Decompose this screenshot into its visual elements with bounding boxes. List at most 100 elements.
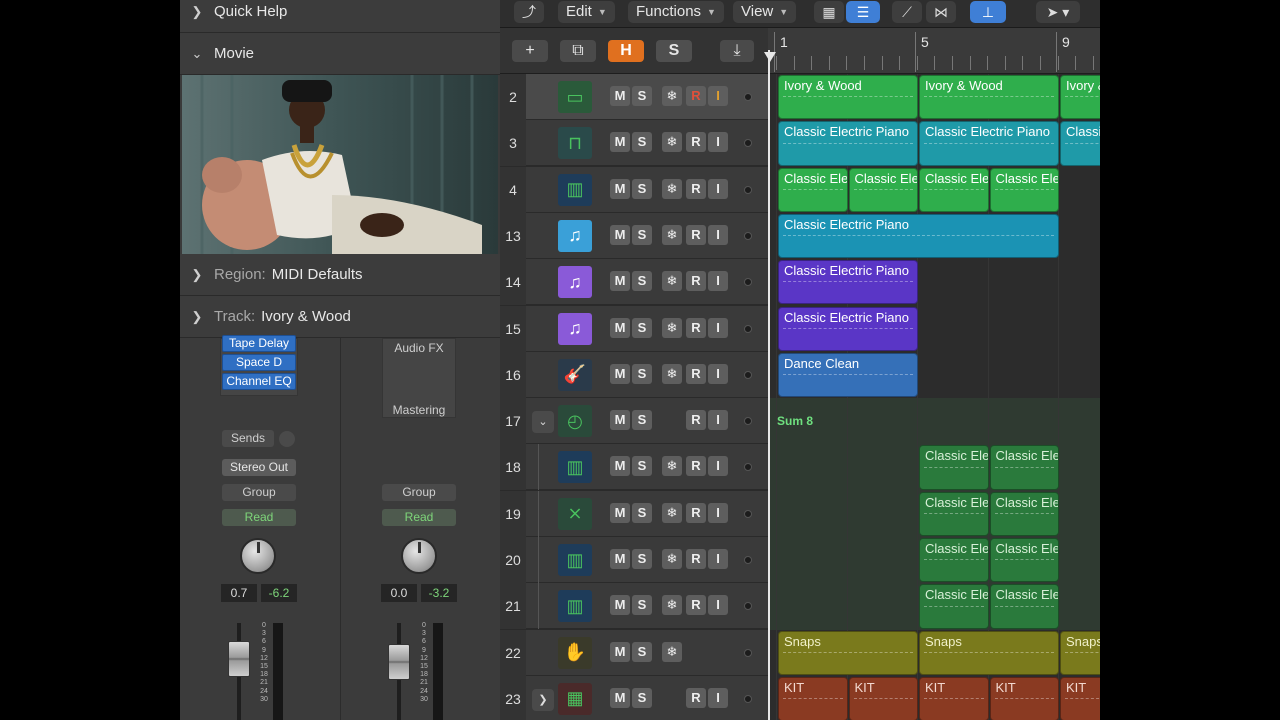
view-menu[interactable]: View ▼ bbox=[733, 1, 797, 23]
solo-button[interactable]: S bbox=[632, 363, 652, 384]
region[interactable]: KIT bbox=[989, 676, 1059, 720]
mute-button[interactable]: M bbox=[610, 224, 630, 245]
freeze-icon[interactable]: ❄ bbox=[662, 595, 682, 616]
freeze-icon[interactable]: ❄ bbox=[662, 502, 682, 523]
input-monitor-button[interactable]: I bbox=[708, 456, 728, 477]
playhead-handle[interactable] bbox=[764, 52, 776, 62]
freeze-icon[interactable]: ❄ bbox=[662, 363, 682, 384]
record-enable-button[interactable]: R bbox=[686, 271, 706, 292]
pan-knob[interactable] bbox=[401, 538, 437, 574]
freeze-icon[interactable]: ❄ bbox=[662, 456, 682, 477]
movie-row[interactable]: ⌄ Movie bbox=[180, 33, 500, 75]
mute-button[interactable]: M bbox=[610, 132, 630, 153]
record-dot-icon[interactable] bbox=[744, 694, 752, 703]
record-dot-icon[interactable] bbox=[744, 278, 752, 287]
solo-button[interactable]: S bbox=[632, 456, 652, 477]
record-enable-button[interactable]: R bbox=[686, 132, 706, 153]
record-dot-icon[interactable] bbox=[744, 185, 752, 194]
region[interactable]: Classic Ele bbox=[919, 491, 989, 536]
region[interactable]: Snaps bbox=[919, 630, 1059, 675]
input-monitor-button[interactable]: I bbox=[708, 363, 728, 384]
mute-button[interactable]: M bbox=[610, 549, 630, 569]
download-icon[interactable]: ⤓ bbox=[720, 40, 754, 62]
region[interactable]: Dance Clean bbox=[778, 352, 918, 398]
mute-button[interactable]: M bbox=[610, 687, 630, 708]
region[interactable]: Classic Ele bbox=[989, 491, 1059, 536]
input-monitor-button[interactable]: I bbox=[708, 178, 728, 199]
volume-fader[interactable] bbox=[228, 641, 250, 677]
track-row[interactable]: ❯ Track: Ivory & Wood bbox=[180, 296, 500, 338]
record-enable-button[interactable]: R bbox=[686, 549, 706, 569]
region[interactable]: Classic Ele bbox=[989, 445, 1059, 490]
plugin-slot[interactable]: Channel EQ bbox=[222, 373, 296, 390]
region-row[interactable]: ❯ Region: MIDI Defaults bbox=[180, 254, 500, 296]
region[interactable]: Classic Ele bbox=[919, 584, 989, 629]
quick-help-row[interactable]: ❯ Quick Help bbox=[180, 0, 500, 33]
solo-global-button[interactable]: S bbox=[656, 40, 692, 62]
record-enable-button[interactable]: R bbox=[686, 363, 706, 384]
solo-button[interactable]: S bbox=[632, 178, 652, 199]
region[interactable]: KIT bbox=[778, 676, 848, 720]
freeze-icon[interactable]: ❄ bbox=[662, 271, 682, 292]
input-monitor-button[interactable]: I bbox=[708, 687, 728, 708]
record-enable-button[interactable]: R bbox=[686, 224, 706, 245]
record-dot-icon[interactable] bbox=[744, 370, 752, 379]
track-header[interactable]: 17 ⌄ ◴ M S R I bbox=[500, 398, 768, 445]
bar-ruler[interactable]: 1 5 9 bbox=[768, 28, 1100, 74]
solo-button[interactable]: S bbox=[632, 86, 652, 106]
region[interactable]: Ivory & bbox=[1060, 75, 1100, 120]
region[interactable]: Classic Ele bbox=[778, 167, 848, 212]
record-dot-icon[interactable] bbox=[744, 324, 752, 333]
mute-button[interactable]: M bbox=[610, 641, 630, 662]
freeze-icon[interactable]: ❄ bbox=[662, 132, 682, 153]
region[interactable]: Classic Ele bbox=[989, 584, 1059, 629]
sends-slot[interactable]: Sends bbox=[222, 430, 274, 447]
region[interactable]: KIT bbox=[1060, 676, 1100, 720]
track-header[interactable]: 21 ▥ M S ❄ R I bbox=[500, 583, 768, 630]
region[interactable]: KIT bbox=[919, 676, 989, 720]
mute-button[interactable]: M bbox=[610, 502, 630, 523]
track-header[interactable]: 16 🎸 M S ❄ R I bbox=[500, 351, 768, 398]
mastering-slot[interactable]: Mastering bbox=[382, 403, 456, 417]
record-enable-button[interactable]: R bbox=[686, 502, 706, 523]
record-dot-icon[interactable] bbox=[744, 139, 752, 148]
track-header[interactable]: 13 ♫ M S ❄ R I bbox=[500, 212, 768, 259]
region[interactable]: Classic Ele bbox=[919, 538, 989, 583]
record-enable-button[interactable]: R bbox=[686, 86, 706, 106]
list-view-icon[interactable]: ☰ bbox=[846, 1, 880, 23]
mute-button[interactable]: M bbox=[610, 86, 630, 106]
region[interactable]: Classic Electric Piano bbox=[778, 121, 918, 166]
group-button[interactable]: Group bbox=[222, 484, 296, 501]
input-monitor-button[interactable]: I bbox=[708, 86, 728, 106]
region[interactable]: KIT bbox=[848, 676, 918, 720]
record-dot-icon[interactable] bbox=[744, 648, 752, 657]
solo-button[interactable]: S bbox=[632, 687, 652, 708]
region[interactable]: Classic Ele bbox=[919, 167, 989, 212]
region[interactable]: Ivory & Wood bbox=[778, 75, 918, 120]
record-dot-icon[interactable] bbox=[744, 509, 752, 518]
record-dot-icon[interactable] bbox=[744, 231, 752, 240]
record-enable-button[interactable]: R bbox=[686, 687, 706, 708]
track-header[interactable]: 20 ▥ M S ❄ R I bbox=[500, 537, 768, 583]
track-header[interactable]: 2 ▭ M S ❄ R I bbox=[500, 74, 768, 120]
freeze-icon[interactable]: ❄ bbox=[662, 641, 682, 662]
record-dot-icon[interactable] bbox=[744, 463, 752, 472]
disclosure-chevron-icon[interactable]: ❯ bbox=[532, 688, 554, 711]
region[interactable]: Classic Electric Piano bbox=[778, 213, 1059, 259]
freeze-icon[interactable]: ❄ bbox=[662, 86, 682, 106]
playhead[interactable] bbox=[768, 50, 770, 720]
mute-button[interactable]: M bbox=[610, 271, 630, 292]
pan-knob[interactable] bbox=[240, 538, 276, 574]
automation-curve-icon[interactable]: ⟋ bbox=[892, 1, 922, 23]
solo-button[interactable]: S bbox=[632, 595, 652, 616]
audio-fx-label[interactable]: Audio FX bbox=[382, 341, 456, 355]
grid-view-icon[interactable]: ▦ bbox=[814, 1, 844, 23]
track-header[interactable]: 14 ♫ M S ❄ R I bbox=[500, 259, 768, 306]
region[interactable]: Classic bbox=[1060, 121, 1100, 166]
edit-menu[interactable]: Edit ▼ bbox=[558, 1, 615, 23]
record-dot-icon[interactable] bbox=[744, 602, 752, 611]
input-monitor-button[interactable]: I bbox=[708, 317, 728, 338]
region[interactable]: Classic Electric Piano bbox=[778, 306, 918, 351]
region[interactable]: Ivory & Wood bbox=[919, 75, 1059, 120]
region[interactable]: Classic Electric Piano bbox=[919, 121, 1059, 166]
